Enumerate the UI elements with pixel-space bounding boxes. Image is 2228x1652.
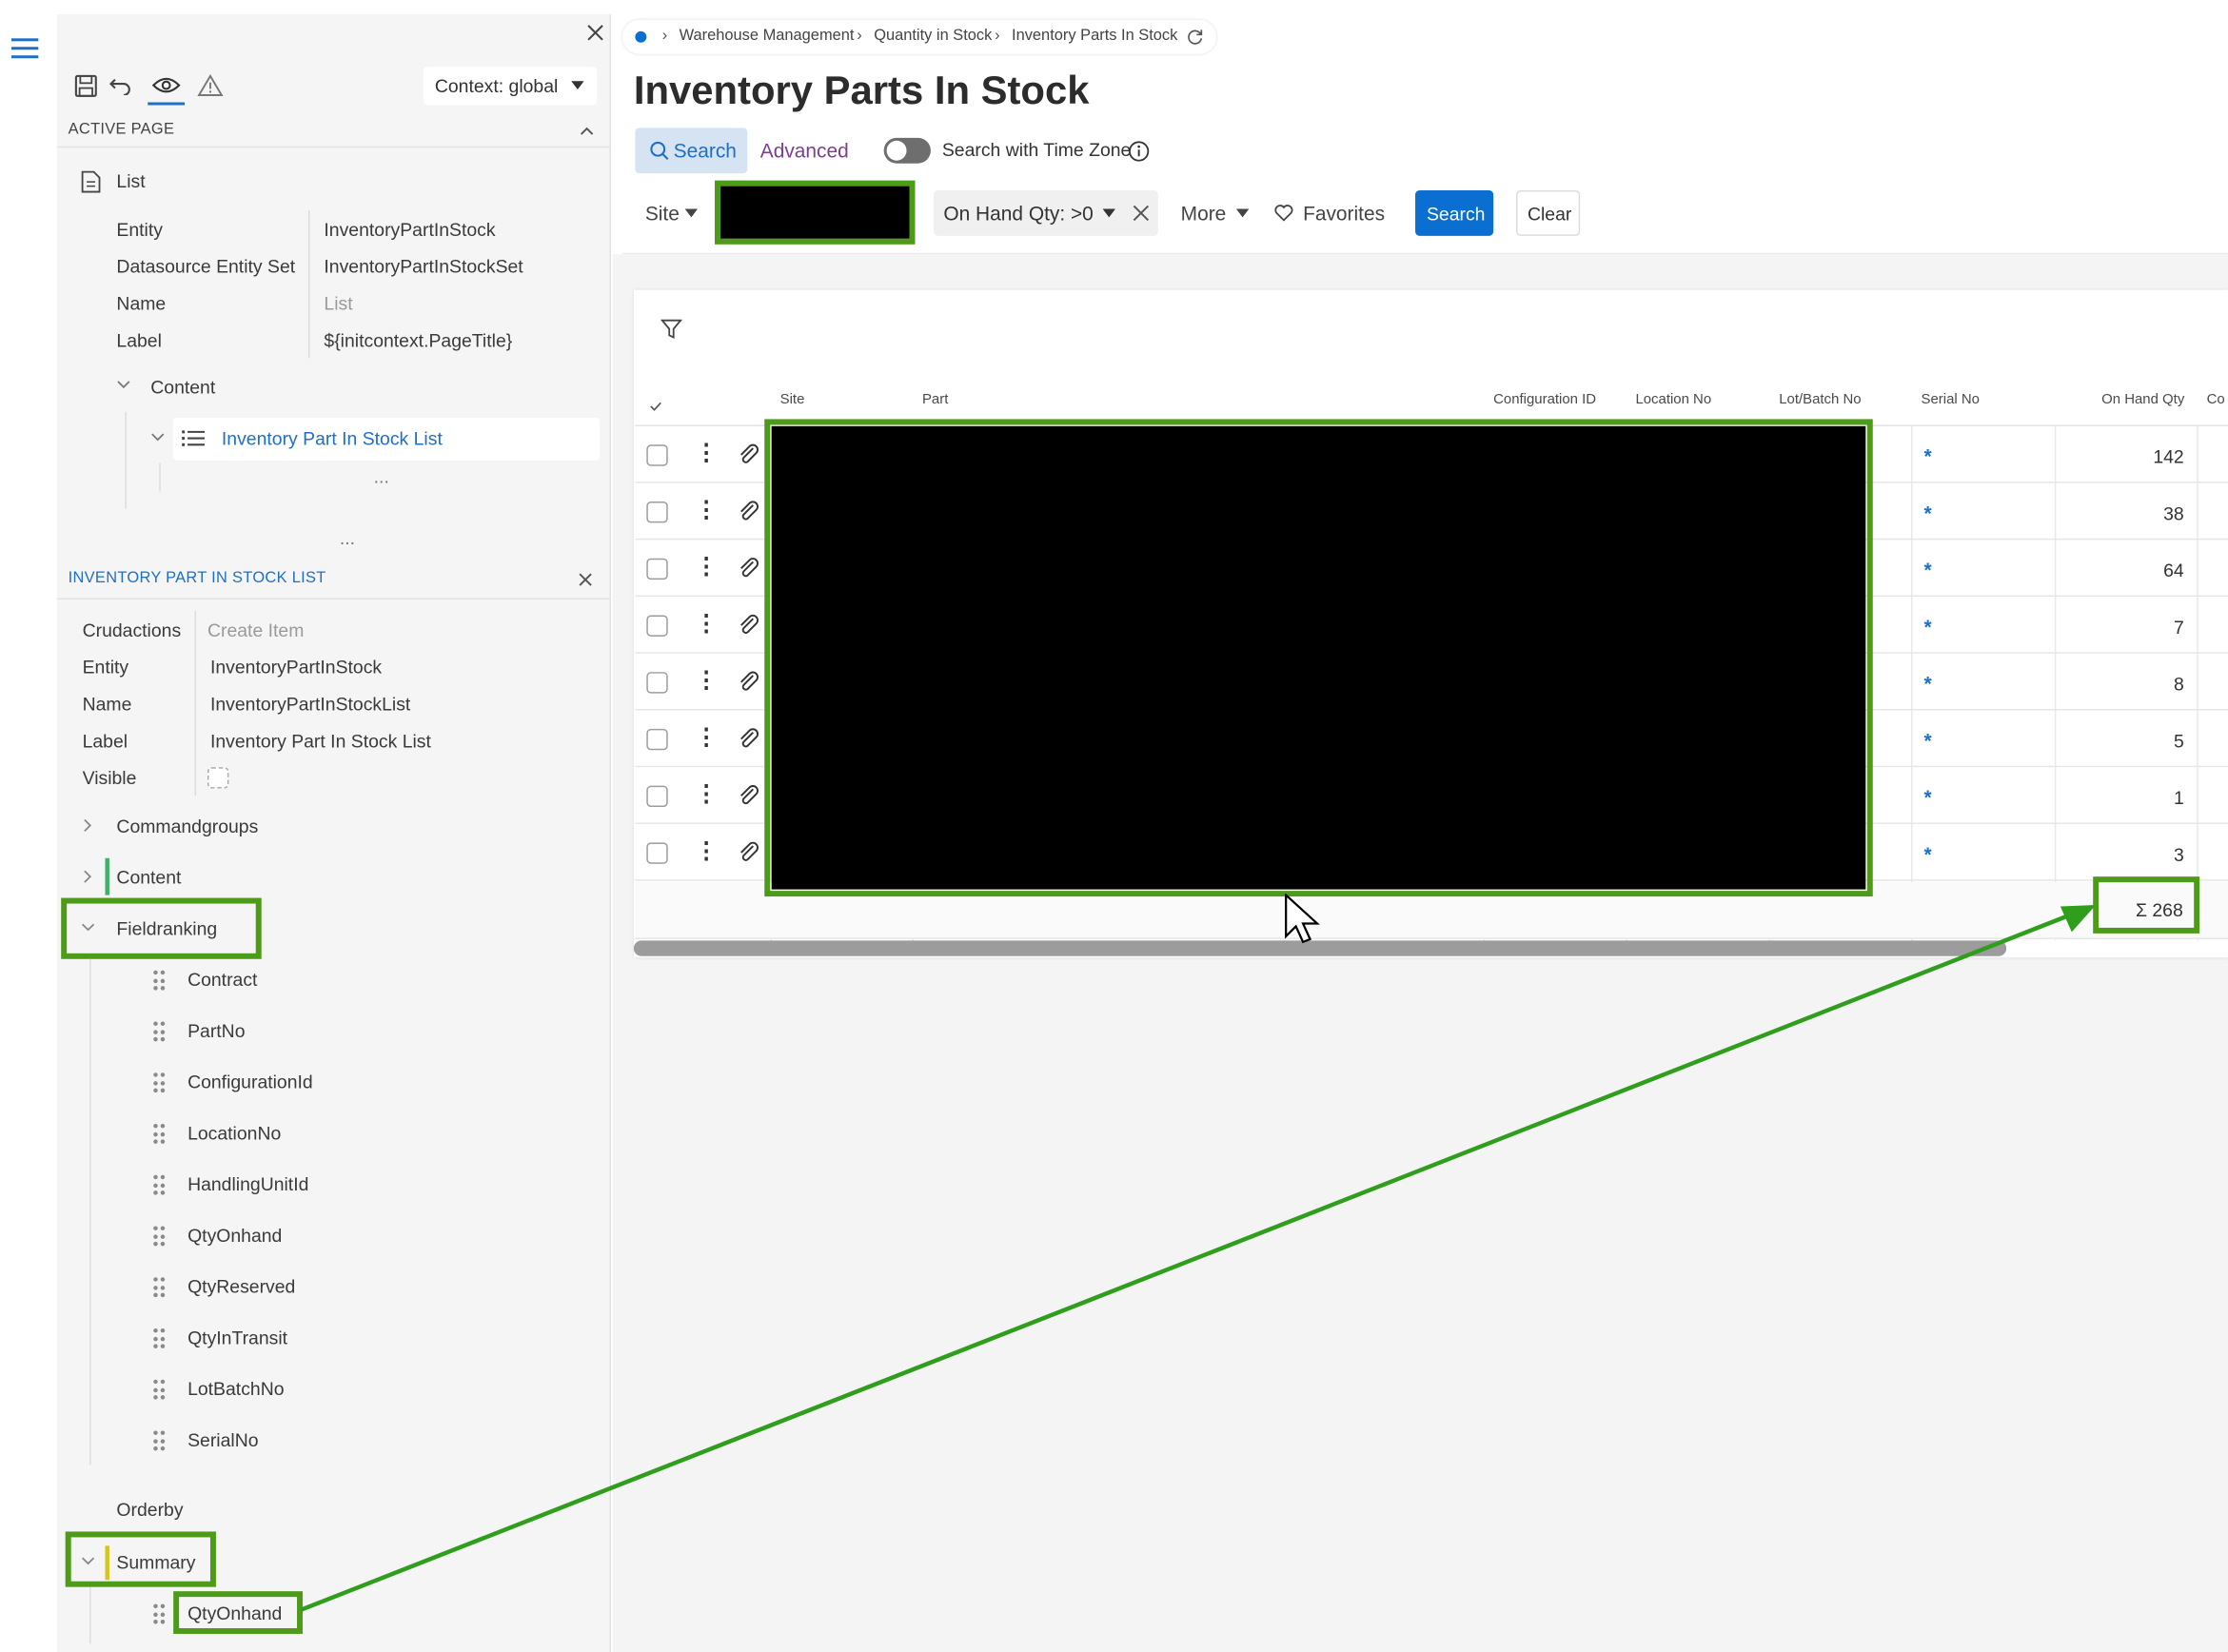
annotation-arrow	[300, 905, 2097, 1612]
mouse-cursor-icon	[1285, 894, 1320, 944]
